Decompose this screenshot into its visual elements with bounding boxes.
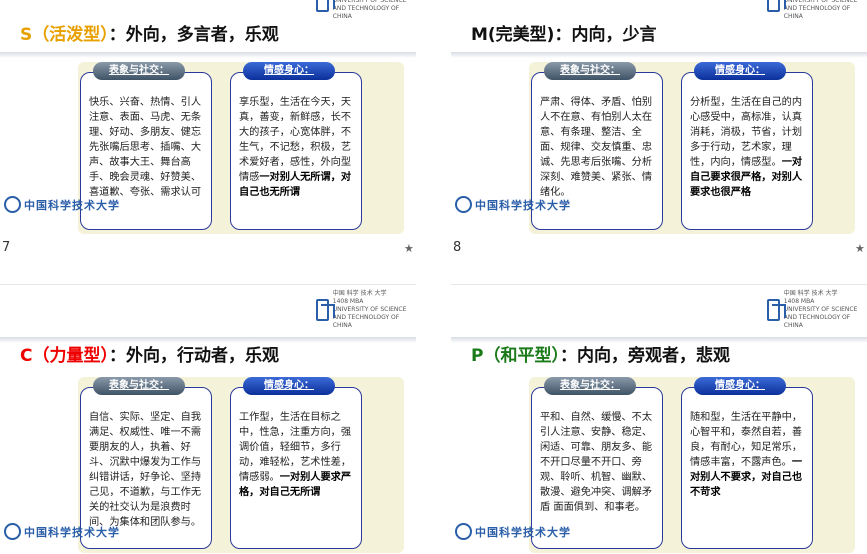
type-name: S（活泼型） [20, 25, 109, 45]
logo-line-3: UNIVERSITY OF SCIENCE AND TECHNOLOGY OF … [783, 0, 858, 20]
slide-8[interactable]: 中国 科学 技术 大学 1408 MBA UNIVERSITY OF SCIEN… [451, 0, 867, 236]
logo-line-3: UNIVERSITY OF SCIENCE AND TECHNOLOGY OF … [332, 306, 407, 329]
university-name: 中国科学技术大学 [24, 198, 120, 212]
star-icon[interactable]: ★ [404, 242, 414, 255]
ustc-logo: 中国 科学 技术 大学 1408 MBA UNIVERSITY OF SCIEN… [316, 290, 412, 329]
type-description: ：内向，少言 [554, 25, 657, 45]
university-seal-icon [4, 523, 21, 540]
social-heading: 表象与社交： [93, 377, 185, 395]
slide-title: P（和平型）：内向，旁观者，悲观 [471, 341, 730, 366]
logo-line-2: 1408 MBA [783, 298, 815, 305]
ustc-logo-mark-icon [767, 299, 786, 321]
footer-logo: 中国科学技术大学 [455, 523, 571, 540]
emotion-text: 享乐型，生活在今天，天真，善变，新鲜感，长不大的孩子，心宽体胖，不生气，不记愁，… [239, 97, 352, 198]
ustc-logo-mark-icon [316, 0, 335, 12]
university-name: 中国科学技术大学 [475, 198, 571, 212]
type-name: M(完美型) [471, 25, 555, 45]
star-icon[interactable]: ★ [855, 242, 865, 255]
university-name: 中国科学技术大学 [24, 525, 120, 539]
slide-title: M(完美型)：内向，少言 [471, 20, 656, 45]
emotion-heading: 情感身心： [243, 377, 335, 395]
type-name: P（和平型） [471, 346, 560, 366]
emotion-panel: 情感身心： 工作型，生活在目标之中，性急，注重方向，强调价值，轻细节，多行动，难… [230, 377, 362, 549]
social-heading: 表象与社交： [544, 62, 636, 80]
social-text: 严肃、得体、矛盾、怕别人不在意、有怕别人太在意、有条理、整洁、全面、规律、交友慎… [540, 97, 653, 198]
emotion-text: 工作型，生活在目标之中，性急，注重方向，强调价值，轻细节，多行动，难轻松，艺术性… [239, 412, 352, 498]
logo-line-3: UNIVERSITY OF SCIENCE AND TECHNOLOGY OF … [332, 0, 407, 20]
emotion-panel: 情感身心： 享乐型，生活在今天，天真，善变，新鲜感，长不大的孩子，心宽体胖，不生… [230, 62, 362, 230]
social-text: 快乐、兴奋、热情、引人注意、表面、马虎、无条理、好动、多朋友、健忘先张嘴后思考、… [89, 97, 202, 198]
emotion-text: 随和型，生活在平静中，心智平和，泰然自若，善良，有耐心，知足常乐，情感丰富，不露… [690, 412, 803, 498]
type-name: C（力量型） [20, 346, 109, 366]
logo-line-3: UNIVERSITY OF SCIENCE AND TECHNOLOGY OF … [783, 306, 858, 329]
social-heading: 表象与社交： [93, 62, 185, 80]
university-seal-icon [455, 523, 472, 540]
type-description: ：外向，行动者，乐观 [108, 346, 279, 366]
ustc-logo: 中国 科学 技术 大学 1408 MBA UNIVERSITY OF SCIEN… [316, 0, 412, 20]
emotion-heading: 情感身心： [243, 62, 335, 80]
page-number-8: 8 [453, 240, 462, 255]
ustc-logo: 中国 科学 技术 大学 1408 MBA UNIVERSITY OF SCIEN… [767, 290, 863, 329]
slide-7[interactable]: 中国 科学 技术 大学 1408 MBA UNIVERSITY OF SCIEN… [0, 0, 416, 236]
slide-9[interactable]: 中国 科学 技术 大学 1408 MBA UNIVERSITY OF SCIEN… [0, 284, 416, 554]
university-seal-icon [455, 196, 472, 213]
type-description: ：外向，多言者，乐观 [108, 25, 279, 45]
social-heading: 表象与社交： [544, 377, 636, 395]
social-text: 自信、实际、坚定、自我满足、权威性、唯一不需要朋友的人，执着、好斗、沉默中爆发为… [89, 412, 202, 528]
footer-logo: 中国科学技术大学 [4, 523, 120, 540]
emotion-panel: 情感身心： 随和型，生活在平静中，心智平和，泰然自若，善良，有耐心，知足常乐，情… [681, 377, 813, 549]
university-name: 中国科学技术大学 [475, 525, 571, 539]
ustc-logo: 中国 科学 技术 大学 1408 MBA UNIVERSITY OF SCIEN… [767, 0, 863, 20]
logo-line-1: 中国 科学 技术 大学 [783, 290, 838, 297]
university-seal-icon [4, 196, 21, 213]
footer-logo: 中国科学技术大学 [455, 196, 571, 213]
ustc-logo-mark-icon [767, 0, 786, 12]
emotion-panel: 情感身心： 分析型，生活在自己的内心感受中，高标准，认真消耗，消极，节省，计划多… [681, 62, 813, 230]
social-text: 平和、自然、缓慢、不太引人注意、安静、稳定、闲适、可靠、朋友多、能不开口尽量不开… [540, 412, 653, 513]
slide-title: C（力量型）：外向，行动者，乐观 [20, 341, 279, 366]
type-description: ：内向，旁观者，悲观 [559, 346, 730, 366]
emotion-heading: 情感身心： [694, 377, 786, 395]
emotion-heading: 情感身心： [694, 62, 786, 80]
footer-logo: 中国科学技术大学 [4, 196, 120, 213]
page-number-7: 7 [2, 240, 11, 255]
slide-10[interactable]: 中国 科学 技术 大学 1408 MBA UNIVERSITY OF SCIEN… [451, 284, 867, 554]
logo-line-2: 1408 MBA [332, 298, 364, 305]
ustc-logo-mark-icon [316, 299, 335, 321]
emotion-text: 分析型，生活在自己的内心感受中，高标准，认真消耗，消极，节省，计划多于行动，艺术… [690, 97, 803, 198]
slide-title: S（活泼型）：外向，多言者，乐观 [20, 20, 279, 45]
logo-line-1: 中国 科学 技术 大学 [332, 290, 387, 297]
